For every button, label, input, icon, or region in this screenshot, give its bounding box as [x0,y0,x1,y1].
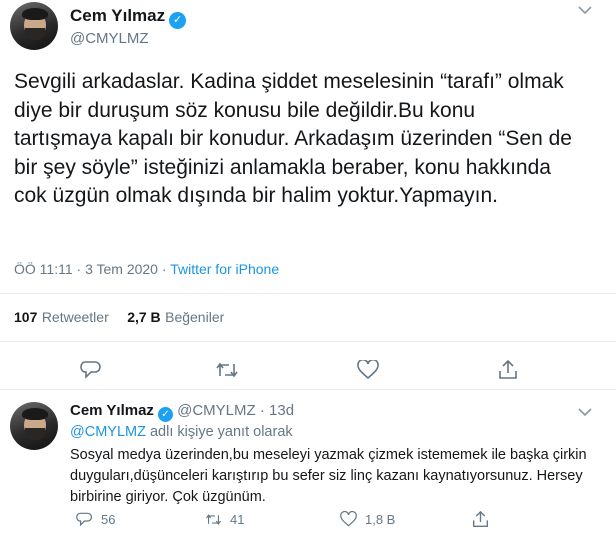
tweet-source[interactable]: Twitter for iPhone [170,261,279,277]
avatar-beard [25,28,45,40]
avatar-hair [22,8,48,20]
avatar-hair [22,408,48,420]
retweet-svg [216,362,238,378]
heart-icon [340,511,357,527]
replying-suffix: adlı kişiye yanıt olarak [149,424,293,440]
replying-to: @CMYLMZ adlı kişiye yanıt olarak [70,424,293,440]
like-icon[interactable] [357,358,379,385]
replying-mention[interactable]: @CMYLMZ [70,424,146,440]
share-svg [499,359,517,379]
chevron-down-icon[interactable] [578,2,592,18]
reply-like-button[interactable]: 1,8 B [340,511,395,528]
tweet-stats: 107 Retweetler 2,7 B Beğeniler [14,309,224,327]
verified-icon: ✓ [169,12,187,29]
reply-dot: · [259,402,265,419]
reply-age[interactable]: 13d [269,402,294,419]
reply-text: Sosyal medya üzerinden,bu meseleyi yazma… [70,447,587,505]
share-icon [473,511,488,527]
author-handle[interactable]: @CMYLMZ [70,30,149,47]
likes-label: Beğeniler [165,309,225,325]
reply-count: 56 [101,512,116,527]
divider [0,293,616,294]
reply-icon [76,512,93,527]
reply-author-name[interactable]: Cem Yılmaz [70,402,154,419]
author-header: Cem Yılmaz ✓ [70,6,550,29]
reply-header: Cem Yılmaz ✓ @CMYLMZ · 13d [70,402,570,422]
reply-svg [80,361,101,379]
reply-author-handle[interactable]: @CMYLMZ [177,402,256,419]
tweet-meta: ÖÖ 11:11 · 3 Tem 2020 · Twitter for iPho… [14,261,279,277]
avatar-beard [25,428,45,440]
tweet-text: Sevgili arkadaslar. Kadina şiddet mesele… [14,70,572,207]
reply-share-button[interactable] [472,511,489,528]
avatar[interactable] [10,2,58,50]
retweets-label: Retweetler [41,309,109,325]
reply-icon[interactable] [80,360,102,385]
retweets-count: 107 [14,309,38,325]
reply-retweet-button[interactable]: 41 [205,511,244,528]
chevron-svg [578,408,592,417]
chevron-down-icon[interactable] [578,404,592,420]
retweet-count: 41 [230,512,245,527]
divider [0,389,616,390]
avatar[interactable] [10,402,58,450]
likes-count: 2,7 B [127,309,161,325]
retweets-stat[interactable]: 107 Retweetler [14,309,113,326]
author-name[interactable]: Cem Yılmaz [70,6,165,25]
retweet-icon [205,514,222,525]
reply-reply-button[interactable]: 56 [76,511,115,528]
verified-icon: ✓ [157,407,173,422]
chevron-svg [578,6,592,15]
like-count: 1,8 B [365,512,396,527]
tweet-timestamp[interactable]: ÖÖ 11:11 · 3 Tem 2020 [14,261,158,277]
likes-stat[interactable]: 2,7 B Beğeniler [127,309,224,326]
divider [0,341,616,342]
meta-separator: · [161,261,167,277]
share-icon[interactable] [498,359,518,385]
retweet-icon[interactable] [215,360,239,385]
heart-svg [357,358,379,380]
